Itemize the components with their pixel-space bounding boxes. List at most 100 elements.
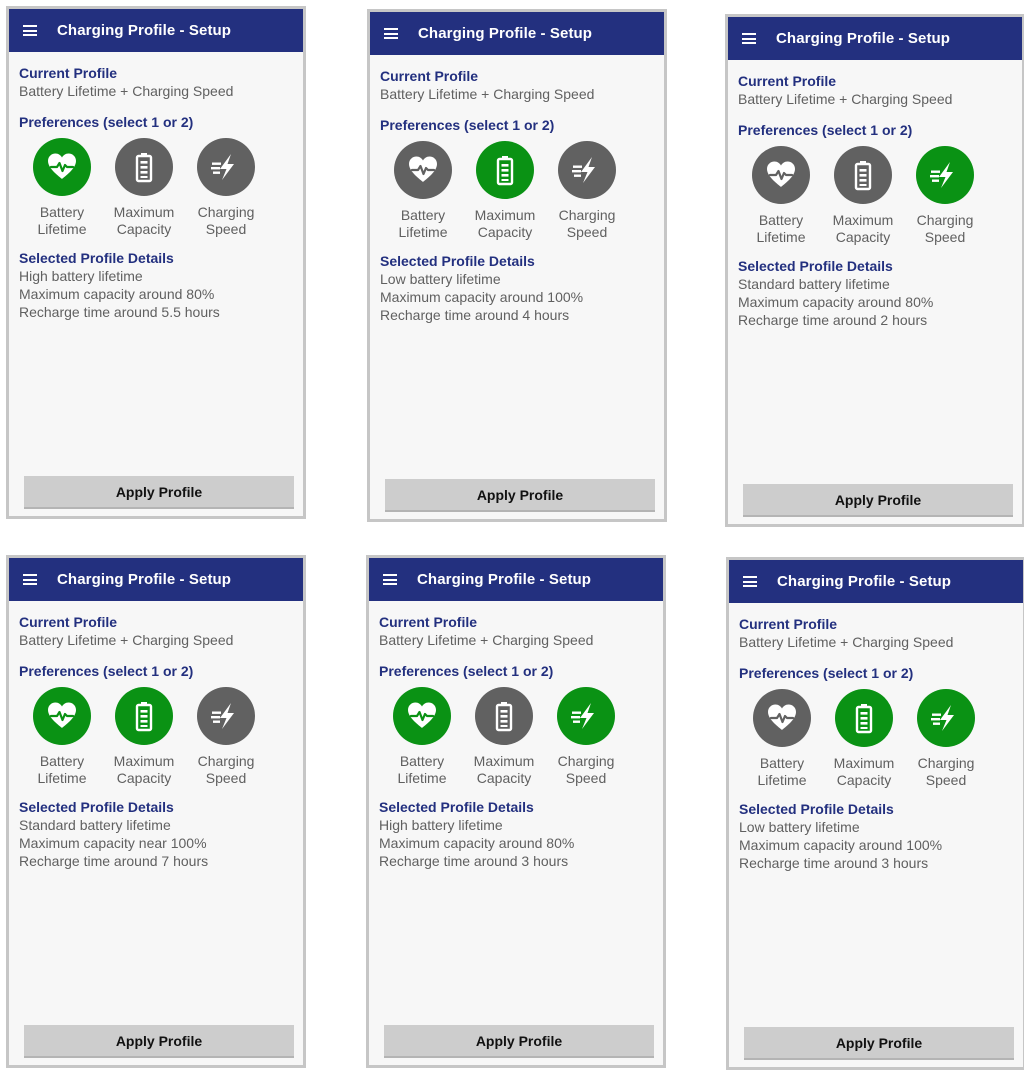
hamburger-menu-icon[interactable]	[383, 574, 397, 585]
app-title: Charging Profile - Setup	[418, 25, 593, 42]
app-title: Charging Profile - Setup	[776, 30, 951, 47]
option-label: Battery Lifetime	[739, 212, 823, 246]
content: Current Profile Battery Lifetime + Charg…	[729, 603, 1023, 872]
fast-charge-icon[interactable]	[197, 687, 255, 745]
current-profile-label: Current Profile	[380, 68, 479, 84]
option-label: Maximum Capacity	[463, 207, 547, 241]
preference-options: Battery Lifetime Maximum Capacity Charging…	[22, 687, 266, 787]
option-label: Maximum Capacity	[462, 753, 546, 787]
preference-options: Battery Lifetime Maximum Capacity Charging…	[382, 687, 626, 787]
hamburger-menu-icon[interactable]	[384, 28, 398, 39]
option-label-line1: Charging	[558, 207, 616, 223]
apply-profile-button[interactable]: Apply Profile	[385, 479, 655, 512]
fast-charge-icon[interactable]	[916, 146, 974, 204]
content: Current Profile Battery Lifetime + Charg…	[728, 60, 1022, 329]
preference-battery-lifetime[interactable]: Battery Lifetime	[22, 138, 102, 238]
option-label-line1: Maximum	[113, 204, 175, 220]
option-label-line1: Charging	[917, 755, 975, 771]
preference-options: Battery Lifetime Maximum Capacity Charging…	[22, 138, 266, 238]
preference-charging-speed[interactable]: Charging Speed	[186, 687, 266, 787]
option-label: Charging Speed	[544, 753, 628, 787]
detail-capacity: Maximum capacity around 80%	[379, 835, 575, 851]
apply-profile-button[interactable]: Apply Profile	[24, 476, 294, 509]
app-bar: Charging Profile - Setup	[9, 9, 303, 52]
option-label: Maximum Capacity	[822, 755, 906, 789]
detail-lifetime: Standard battery lifetime	[738, 276, 890, 292]
preference-battery-lifetime[interactable]: Battery Lifetime	[741, 146, 821, 246]
preference-charging-speed[interactable]: Charging Speed	[905, 146, 985, 246]
hamburger-menu-icon[interactable]	[742, 33, 756, 44]
option-label-line1: Maximum	[833, 755, 895, 771]
battery-icon[interactable]	[834, 146, 892, 204]
battery-icon[interactable]	[476, 141, 534, 199]
heart-pulse-icon[interactable]	[752, 146, 810, 204]
option-label-line1: Charging	[557, 753, 615, 769]
battery-icon[interactable]	[115, 687, 173, 745]
preference-charging-speed[interactable]: Charging Speed	[547, 141, 627, 241]
option-label: Battery Lifetime	[380, 753, 464, 787]
option-label-line1: Battery	[39, 753, 85, 769]
preference-charging-speed[interactable]: Charging Speed	[906, 689, 986, 789]
fast-charge-icon[interactable]	[557, 687, 615, 745]
fast-charge-icon[interactable]	[917, 689, 975, 747]
preference-battery-lifetime[interactable]: Battery Lifetime	[742, 689, 822, 789]
option-label: Battery Lifetime	[381, 207, 465, 241]
content: Current Profile Battery Lifetime + Charg…	[370, 55, 664, 324]
apply-profile-button[interactable]: Apply Profile	[743, 484, 1013, 517]
fast-charge-icon[interactable]	[558, 141, 616, 199]
fast-charge-icon[interactable]	[197, 138, 255, 196]
detail-lifetime: Low battery lifetime	[739, 819, 860, 835]
heart-pulse-icon[interactable]	[394, 141, 452, 199]
option-label-line2: Capacity	[116, 221, 172, 237]
option-label-line2: Capacity	[476, 770, 532, 786]
option-label-line1: Battery	[400, 207, 446, 223]
option-label: Charging Speed	[545, 207, 629, 241]
apply-profile-button[interactable]: Apply Profile	[744, 1027, 1014, 1060]
phone-screen: Charging Profile - Setup Current Profile…	[6, 6, 306, 519]
battery-icon[interactable]	[475, 687, 533, 745]
profile-details-label: Selected Profile Details	[380, 253, 535, 269]
profile-details-label: Selected Profile Details	[19, 250, 174, 266]
hamburger-menu-icon[interactable]	[743, 576, 757, 587]
preference-maximum-capacity[interactable]: Maximum Capacity	[465, 141, 545, 241]
heart-pulse-icon[interactable]	[393, 687, 451, 745]
option-label: Charging Speed	[903, 212, 987, 246]
option-label-line1: Maximum	[474, 207, 536, 223]
app-title: Charging Profile - Setup	[417, 571, 592, 588]
preference-maximum-capacity[interactable]: Maximum Capacity	[823, 146, 903, 246]
profile-details-label: Selected Profile Details	[738, 258, 893, 274]
detail-recharge-time: Recharge time around 7 hours	[19, 853, 209, 869]
preference-battery-lifetime[interactable]: Battery Lifetime	[22, 687, 102, 787]
preference-maximum-capacity[interactable]: Maximum Capacity	[464, 687, 544, 787]
current-profile-label: Current Profile	[739, 616, 838, 632]
option-label-line1: Maximum	[473, 753, 535, 769]
detail-lifetime: Low battery lifetime	[380, 271, 501, 287]
option-label-line2: Capacity	[477, 224, 533, 240]
current-profile-label: Current Profile	[379, 614, 478, 630]
option-label-line2: Speed	[924, 229, 966, 245]
current-profile-value: Battery Lifetime + Charging Speed	[380, 86, 595, 102]
preference-maximum-capacity[interactable]: Maximum Capacity	[824, 689, 904, 789]
heart-pulse-icon[interactable]	[33, 687, 91, 745]
heart-pulse-icon[interactable]	[753, 689, 811, 747]
preference-battery-lifetime[interactable]: Battery Lifetime	[383, 141, 463, 241]
apply-profile-button[interactable]: Apply Profile	[24, 1025, 294, 1058]
heart-pulse-icon[interactable]	[33, 138, 91, 196]
apply-profile-button[interactable]: Apply Profile	[384, 1025, 654, 1058]
profile-details-label: Selected Profile Details	[739, 801, 894, 817]
hamburger-menu-icon[interactable]	[23, 25, 37, 36]
preference-maximum-capacity[interactable]: Maximum Capacity	[104, 687, 184, 787]
detail-recharge-time: Recharge time around 3 hours	[379, 853, 569, 869]
option-label-line2: Speed	[205, 221, 247, 237]
preference-charging-speed[interactable]: Charging Speed	[546, 687, 626, 787]
preference-battery-lifetime[interactable]: Battery Lifetime	[382, 687, 462, 787]
phone-screen: Charging Profile - Setup Current Profile…	[725, 14, 1024, 527]
app-title: Charging Profile - Setup	[57, 571, 232, 588]
hamburger-menu-icon[interactable]	[23, 574, 37, 585]
preferences-label: Preferences (select 1 or 2)	[19, 663, 194, 679]
battery-icon[interactable]	[115, 138, 173, 196]
preferences-label: Preferences (select 1 or 2)	[379, 663, 554, 679]
preference-maximum-capacity[interactable]: Maximum Capacity	[104, 138, 184, 238]
preference-charging-speed[interactable]: Charging Speed	[186, 138, 266, 238]
battery-icon[interactable]	[835, 689, 893, 747]
